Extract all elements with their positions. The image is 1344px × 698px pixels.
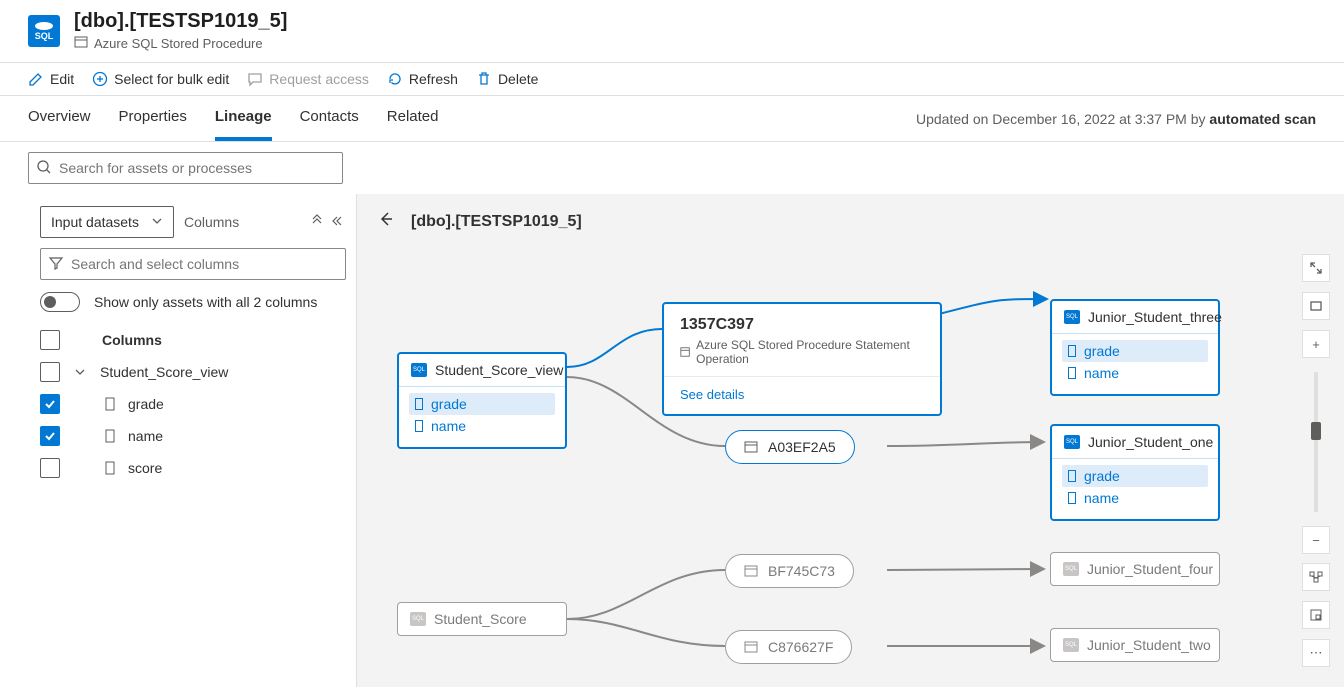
operation-pill-c87[interactable]: C876627F bbox=[725, 630, 852, 664]
operation-node[interactable]: 1357C397 Azure SQL Stored Procedure Stat… bbox=[662, 302, 942, 416]
name-checkbox[interactable] bbox=[40, 426, 60, 446]
node-junior-student-one[interactable]: SQL Junior_Student_one grade name bbox=[1050, 424, 1220, 521]
fullscreen-button[interactable] bbox=[1302, 254, 1330, 282]
edit-button[interactable]: Edit bbox=[28, 71, 74, 87]
view-controls: ⋯ bbox=[1302, 563, 1330, 667]
filter-icon bbox=[48, 255, 64, 274]
search-icon bbox=[36, 159, 52, 178]
field-grade[interactable]: grade bbox=[1062, 465, 1208, 487]
database-icon: SQL bbox=[411, 363, 427, 377]
canvas-title: [dbo].[TESTSP1019_5] bbox=[411, 213, 582, 231]
sidebar: Input datasets Columns bbox=[0, 194, 357, 687]
page-title: [dbo].[TESTSP1019_5] bbox=[74, 10, 287, 33]
tab-related[interactable]: Related bbox=[387, 96, 439, 141]
columns-label: Columns bbox=[184, 214, 239, 230]
node-junior-student-two[interactable]: SQL Junior_Student_two bbox=[1050, 628, 1220, 662]
field-grade[interactable]: grade bbox=[409, 393, 555, 415]
delete-button[interactable]: Delete bbox=[476, 71, 538, 87]
tab-overview[interactable]: Overview bbox=[28, 96, 91, 141]
refresh-button[interactable]: Refresh bbox=[387, 71, 458, 87]
tab-contacts[interactable]: Contacts bbox=[300, 96, 359, 141]
column-list: Columns Student_Score_view grade bbox=[40, 324, 346, 484]
select-all-checkbox[interactable] bbox=[40, 330, 60, 350]
node-student-score-view[interactable]: SQL Student_Score_view grade name bbox=[397, 352, 567, 449]
back-arrow-icon[interactable] bbox=[377, 210, 395, 233]
layout-button[interactable] bbox=[1302, 563, 1330, 591]
chevron-down-icon[interactable] bbox=[70, 366, 90, 378]
plus-circle-icon bbox=[92, 71, 108, 87]
column-score: score bbox=[128, 460, 162, 476]
main: Input datasets Columns bbox=[0, 194, 1344, 687]
zoom-in-button[interactable]: + bbox=[1302, 330, 1330, 358]
request-access-button: Request access bbox=[247, 71, 369, 87]
page-subtitle: Azure SQL Stored Procedure bbox=[74, 35, 287, 52]
pencil-icon bbox=[28, 71, 44, 87]
stored-proc-icon bbox=[74, 35, 88, 52]
refresh-icon bbox=[387, 71, 403, 87]
operation-pill-bf7[interactable]: BF745C73 bbox=[725, 554, 854, 588]
input-datasets-dropdown[interactable]: Input datasets bbox=[40, 206, 174, 238]
tab-lineage[interactable]: Lineage bbox=[215, 96, 272, 141]
search-input[interactable] bbox=[28, 152, 343, 184]
zoom-controls: + − bbox=[1302, 254, 1330, 554]
trash-icon bbox=[476, 71, 492, 87]
tab-properties[interactable]: Properties bbox=[119, 96, 187, 141]
database-icon: SQL bbox=[1064, 310, 1080, 324]
operation-pill-a03[interactable]: A03EF2A5 bbox=[725, 430, 855, 464]
collapse-up-icon[interactable] bbox=[310, 214, 324, 231]
see-details-link[interactable]: See details bbox=[680, 387, 924, 402]
column-grade: grade bbox=[128, 396, 164, 412]
search-row bbox=[0, 142, 1344, 194]
minimap-button[interactable] bbox=[1302, 601, 1330, 629]
show-only-toggle[interactable] bbox=[40, 292, 80, 312]
select-bulk-button[interactable]: Select for bulk edit bbox=[92, 71, 229, 87]
database-icon: SQL bbox=[410, 612, 426, 626]
column-icon bbox=[102, 429, 118, 443]
toolbar: Edit Select for bulk edit Request access… bbox=[0, 63, 1344, 96]
field-name[interactable]: name bbox=[409, 415, 555, 437]
node-junior-student-four[interactable]: SQL Junior_Student_four bbox=[1050, 552, 1220, 586]
dataset-checkbox[interactable] bbox=[40, 362, 60, 382]
fit-button[interactable] bbox=[1302, 292, 1330, 320]
grade-checkbox[interactable] bbox=[40, 394, 60, 414]
tabs-row: Overview Properties Lineage Contacts Rel… bbox=[0, 96, 1344, 142]
tabs: Overview Properties Lineage Contacts Rel… bbox=[28, 96, 438, 141]
more-button[interactable]: ⋯ bbox=[1302, 639, 1330, 667]
collapse-left-icon[interactable] bbox=[332, 214, 346, 231]
field-name[interactable]: name bbox=[1062, 362, 1208, 384]
columns-header: Columns bbox=[102, 332, 162, 348]
zoom-out-button[interactable]: − bbox=[1302, 526, 1330, 554]
toggle-label: Show only assets with all 2 columns bbox=[94, 294, 317, 310]
field-name[interactable]: name bbox=[1062, 487, 1208, 509]
column-search-input[interactable] bbox=[40, 248, 346, 280]
updated-timestamp: Updated on December 16, 2022 at 3:37 PM … bbox=[916, 111, 1316, 127]
dataset-name: Student_Score_view bbox=[100, 364, 228, 380]
sql-icon: SQL bbox=[28, 15, 60, 47]
column-name: name bbox=[128, 428, 163, 444]
column-icon bbox=[102, 461, 118, 475]
database-icon: SQL bbox=[1063, 562, 1079, 576]
database-icon: SQL bbox=[1063, 638, 1079, 652]
page-header: SQL [dbo].[TESTSP1019_5] Azure SQL Store… bbox=[0, 0, 1344, 63]
score-checkbox[interactable] bbox=[40, 458, 60, 478]
database-icon: SQL bbox=[1064, 435, 1080, 449]
zoom-slider[interactable] bbox=[1314, 372, 1318, 512]
node-student-score[interactable]: SQL Student_Score bbox=[397, 602, 567, 636]
comment-icon bbox=[247, 71, 263, 87]
operation-subtitle: Azure SQL Stored Procedure Statement Ope… bbox=[680, 338, 924, 366]
field-grade[interactable]: grade bbox=[1062, 340, 1208, 362]
column-icon bbox=[102, 397, 118, 411]
node-junior-student-three[interactable]: SQL Junior_Student_three grade name bbox=[1050, 299, 1220, 396]
lineage-canvas[interactable]: [dbo].[TESTSP1019_5] bbox=[357, 194, 1344, 687]
chevron-down-icon bbox=[151, 214, 163, 230]
operation-title: 1357C397 bbox=[680, 316, 924, 334]
